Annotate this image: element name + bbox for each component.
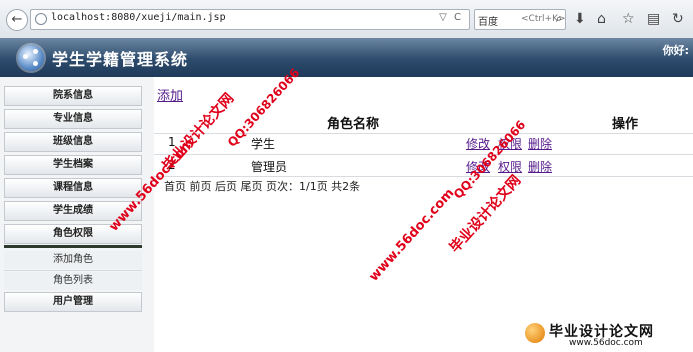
search-input[interactable]: 百度 <Ctrl+K> ⌕	[474, 9, 566, 30]
sidebar-item-student-records[interactable]: 学生档案	[4, 155, 142, 175]
submenu-role-list[interactable]: 角色列表	[4, 272, 142, 290]
sidebar-item-department[interactable]: 院系信息	[4, 86, 142, 106]
sidebar-item-user-management[interactable]: 用户管理	[4, 292, 142, 312]
column-header-role-name: 角色名称	[327, 117, 380, 132]
sidebar-item-major[interactable]: 专业信息	[4, 109, 142, 129]
watermark-logo-url: www.56doc.com	[569, 338, 643, 348]
submenu-add-role[interactable]: 添加角色	[4, 251, 142, 269]
pagination-text: 首页 前页 后页 尾页 页次：1/1页 共2条	[164, 180, 361, 193]
home-icon[interactable]: ⌂	[597, 10, 606, 28]
watermark-logo-icon	[525, 323, 545, 343]
active-menu-indicator	[4, 245, 142, 248]
globe-icon	[35, 13, 47, 25]
download-icon[interactable]: ⬇	[574, 10, 586, 28]
reload-icon[interactable]: ▽ C	[439, 12, 463, 23]
sidebar-item-courses[interactable]: 课程信息	[4, 178, 142, 198]
sidebar-item-class[interactable]: 班级信息	[4, 132, 142, 152]
watermark-logo: 毕业设计论文网 www.56doc.com	[525, 321, 685, 349]
delete-link[interactable]: 删除	[528, 158, 552, 175]
search-engine-label[interactable]: 百度	[478, 13, 498, 28]
address-bar[interactable]: localhost:8080/xueji/main.jsp ▽ C	[30, 9, 470, 30]
submenu-divider	[4, 270, 142, 271]
add-role-link[interactable]: 添加	[157, 85, 183, 104]
app-header: 学生学籍管理系统 你好:	[0, 38, 693, 77]
search-icon[interactable]: ⌕	[556, 12, 562, 26]
delete-link[interactable]: 删除	[528, 135, 552, 152]
library-icon[interactable]: ▤	[647, 10, 660, 28]
row-divider	[154, 176, 693, 177]
back-button[interactable]: ←	[6, 9, 28, 31]
browser-toolbar: ← localhost:8080/xueji/main.jsp ▽ C 百度 <…	[0, 0, 693, 39]
row-divider	[154, 154, 693, 155]
role-name: 学生	[251, 137, 276, 151]
role-name: 管理员	[251, 160, 288, 174]
column-header-actions: 操作	[612, 117, 639, 132]
bookmark-star-icon[interactable]: ☆	[622, 10, 635, 28]
url-text: localhost:8080/xueji/main.jsp	[51, 12, 226, 23]
app-logo-icon	[18, 45, 44, 71]
user-greeting: 你好:	[662, 44, 689, 57]
app-title: 学生学籍管理系统	[52, 50, 189, 69]
sync-icon[interactable]: ↻	[672, 10, 684, 28]
edit-link[interactable]: 修改	[466, 135, 490, 152]
